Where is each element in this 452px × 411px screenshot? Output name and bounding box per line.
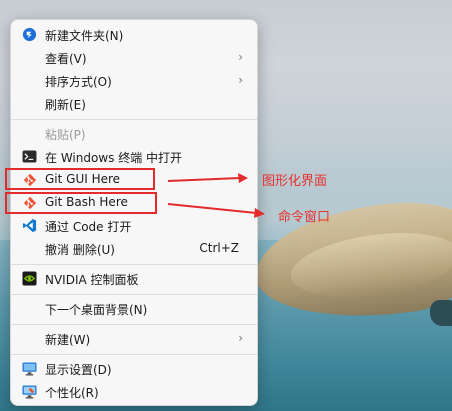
annotation-arrows xyxy=(167,173,265,218)
arrow-head-gui xyxy=(238,173,248,183)
arrow-head-bash xyxy=(254,208,265,218)
annotation-bash-label: 命令窗口 xyxy=(278,210,331,225)
annotation-gui-label: 图形化界面 xyxy=(262,174,328,189)
arrow-to-bash-label xyxy=(167,203,257,214)
arrow-to-gui-label xyxy=(167,177,241,182)
